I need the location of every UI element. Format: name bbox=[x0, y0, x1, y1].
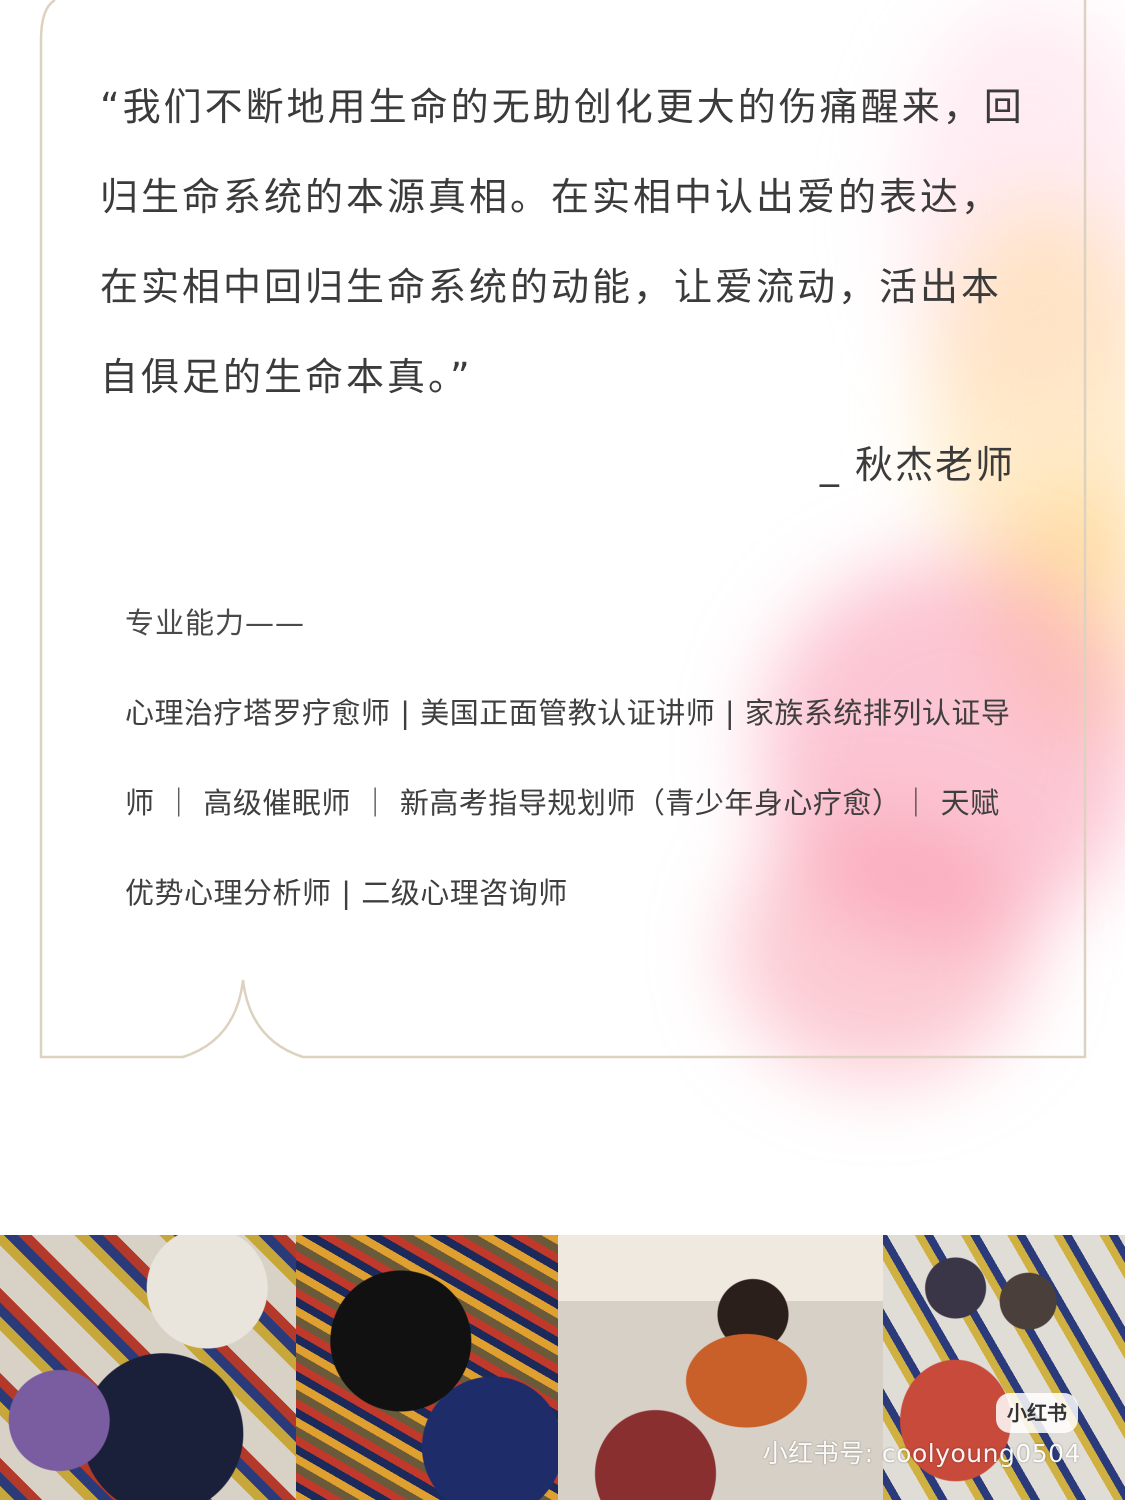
quote-text: “我们不断地用生命的无助创化更大的伤痛醒来，回归生命系统的本源真相。在实相中认出… bbox=[100, 85, 1025, 399]
xiaohongshu-logo: 小红书 bbox=[996, 1393, 1078, 1433]
abilities-heading: 专业能力—— bbox=[125, 606, 306, 640]
quote-author: _ 秋杰老师 bbox=[819, 443, 1015, 487]
tarot-workshop-photo bbox=[0, 1235, 296, 1500]
watermark-text: 小红书号: coolyoung0504 bbox=[762, 1439, 1081, 1468]
abilities-list: 心理治疗塔罗疗愈师 | 美国正面管教认证讲师 | 家族系统排列认证导师 ｜ 高级… bbox=[125, 696, 1011, 910]
tarot-workshop-photo bbox=[296, 1235, 558, 1500]
